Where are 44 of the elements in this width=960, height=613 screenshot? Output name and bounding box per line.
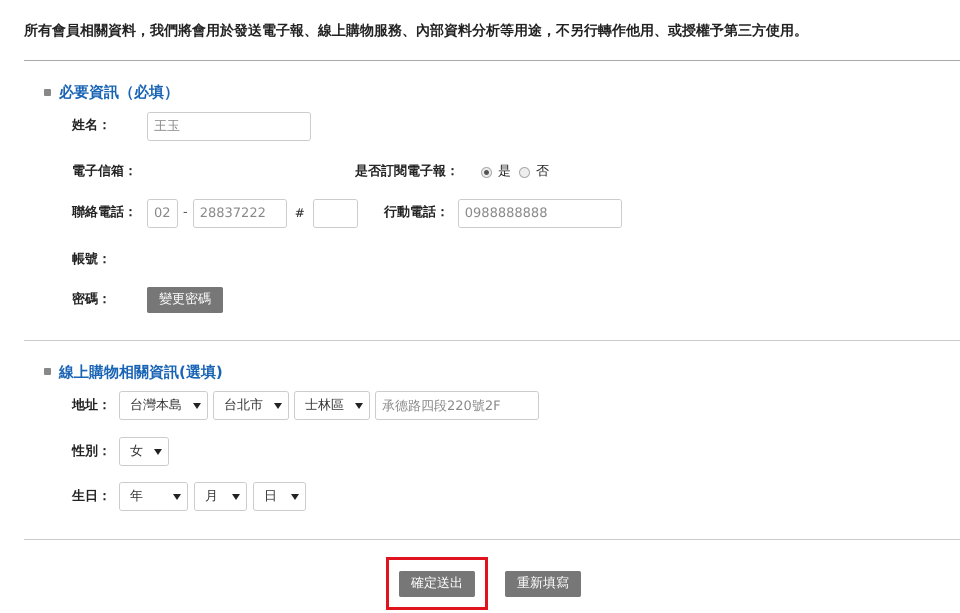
select-dropdown[interactable]: 台灣本島 [119, 391, 208, 420]
select-dropdown[interactable]: 女 [119, 437, 169, 466]
select-dropdown[interactable]: 日 [253, 482, 306, 511]
hash-text: # [294, 205, 305, 222]
select-dropdown[interactable]: 台北市 [213, 391, 289, 420]
field-label: 生日： [72, 488, 112, 506]
select-dropdown[interactable]: 月 [194, 482, 247, 511]
caret-icon [355, 402, 363, 408]
field-label: 密碼： [72, 290, 112, 309]
field-label: 聯絡電話： [72, 204, 138, 222]
change-password-button[interactable]: 變更密碼 [147, 286, 223, 312]
field-label: 性別： [72, 442, 112, 461]
caret-icon [173, 494, 181, 500]
section-title: 線上購物相關資訊(選填) [59, 362, 223, 382]
caret-icon [154, 448, 162, 454]
select-dropdown[interactable]: 士林區 [294, 391, 370, 420]
field-label: 電子信箱： [72, 163, 138, 182]
bullet-icon [44, 88, 51, 96]
notice-text: 所有會員相關資料，我們將會用於發送電子報、線上購物服務、內部資料分析等用途，不另行轉作他用、或授權予第三方使用。 [22, 22, 809, 41]
input-field[interactable]: 承德路四段220號2F [375, 391, 539, 420]
radio-button[interactable] [519, 166, 530, 178]
field-label: 是否訂閱電子報： [355, 163, 460, 182]
caret-icon [193, 402, 201, 408]
input-field[interactable]: 02 [147, 198, 178, 228]
select-dropdown[interactable]: 年 [119, 482, 188, 511]
dash-text: - [183, 204, 188, 222]
field-label: 帳號： [72, 251, 112, 270]
field-label: 行動電話： [384, 204, 450, 222]
input-field[interactable]: 28837222 [192, 198, 287, 228]
field-label: 地址： [72, 396, 112, 415]
bullet-icon [44, 368, 51, 376]
radio-label: 是 [498, 163, 511, 182]
field-label: 姓名： [72, 117, 112, 136]
radio-label: 否 [536, 163, 549, 182]
caret-icon [274, 402, 282, 408]
section-title: 必要資訊（必填） [59, 82, 179, 103]
caret-icon [291, 494, 299, 500]
submit-button[interactable]: 確定送出 [399, 570, 475, 597]
reset-button[interactable]: 重新填寫 [505, 570, 581, 597]
input-field[interactable]: 王玉 [147, 112, 311, 140]
caret-icon [232, 494, 240, 500]
radio-button[interactable] [481, 166, 492, 178]
input-field[interactable]: 0988888888 [458, 198, 622, 228]
input-field[interactable] [312, 198, 358, 228]
